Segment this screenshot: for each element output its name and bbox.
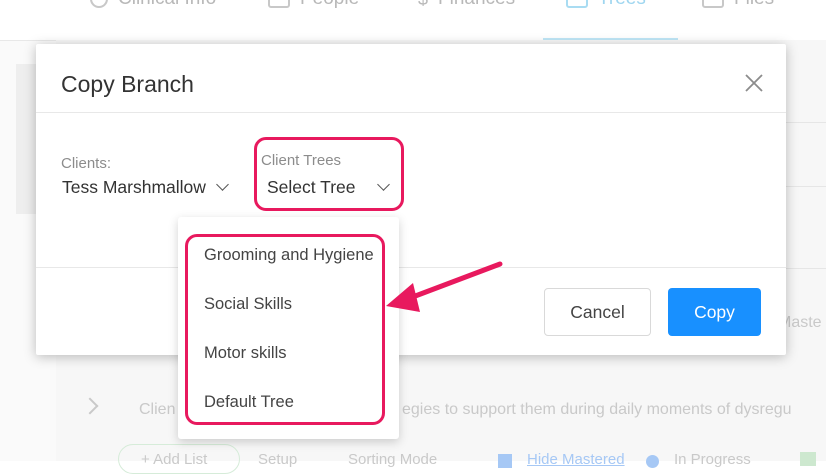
divider [780,186,826,187]
dollar-icon: $ [418,0,428,10]
clients-select-value[interactable]: Tess Marshmallow [62,177,206,198]
tab-clinical-info[interactable]: Clinical Info [90,0,216,10]
sorting-mode-button[interactable]: Sorting Mode [348,451,437,468]
faded-row-text: Clien [139,401,176,418]
hide-mastered-toggle[interactable]: Hide Mastered [527,451,625,468]
stethoscope-icon [90,0,108,8]
tab-finances[interactable]: $ Finances [418,0,515,10]
checkbox-icon[interactable] [498,454,512,468]
status-dot-icon [646,455,659,468]
clients-label: Clients: [61,155,112,172]
file-icon [702,0,724,8]
setup-button[interactable]: Setup [258,451,297,468]
add-list-button[interactable]: + Add List [118,444,240,474]
id-card-icon [268,0,290,8]
annotation-highlight [254,137,404,211]
annotation-highlight [185,234,385,425]
header-divider [36,112,786,113]
divider [780,122,826,123]
modal-title: Copy Branch [61,71,194,97]
tree-node-icon [800,452,816,466]
tab-people[interactable]: People [268,0,359,10]
chevron-down-icon[interactable] [216,178,229,191]
top-tab-bar: Clinical Info People $ Finances Trees Fi… [0,0,826,41]
tab-files[interactable]: Files [702,0,774,10]
copy-branch-modal: Copy Branch Clients: Tess Marshmallow Cl… [36,44,786,355]
tab-trees[interactable]: Trees [566,0,646,10]
faded-row-text: egies to support them during daily momen… [402,401,792,418]
tree-icon [566,0,588,8]
cancel-button[interactable]: Cancel [544,288,651,336]
divider [780,268,826,269]
copy-button[interactable]: Copy [668,288,761,336]
footer-divider [36,267,786,268]
close-icon[interactable] [742,71,766,95]
in-progress-label: In Progress [674,451,751,468]
